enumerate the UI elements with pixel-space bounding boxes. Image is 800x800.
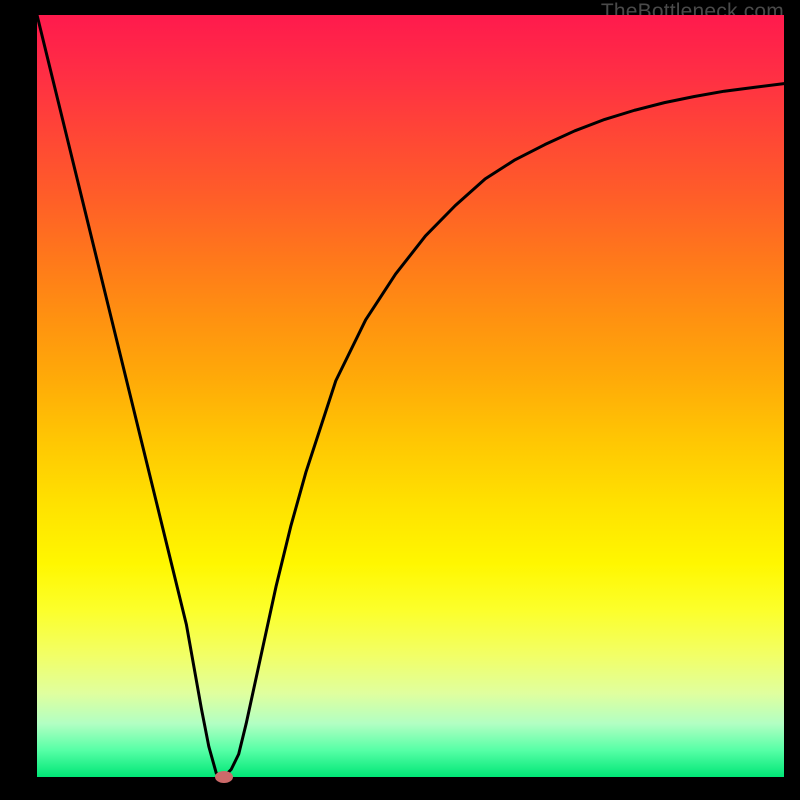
bottleneck-curve: [37, 15, 784, 777]
plot-area: [37, 15, 784, 777]
minimum-marker: [215, 771, 233, 783]
curve-svg: [37, 15, 784, 777]
chart-frame: TheBottleneck.com: [0, 0, 800, 800]
